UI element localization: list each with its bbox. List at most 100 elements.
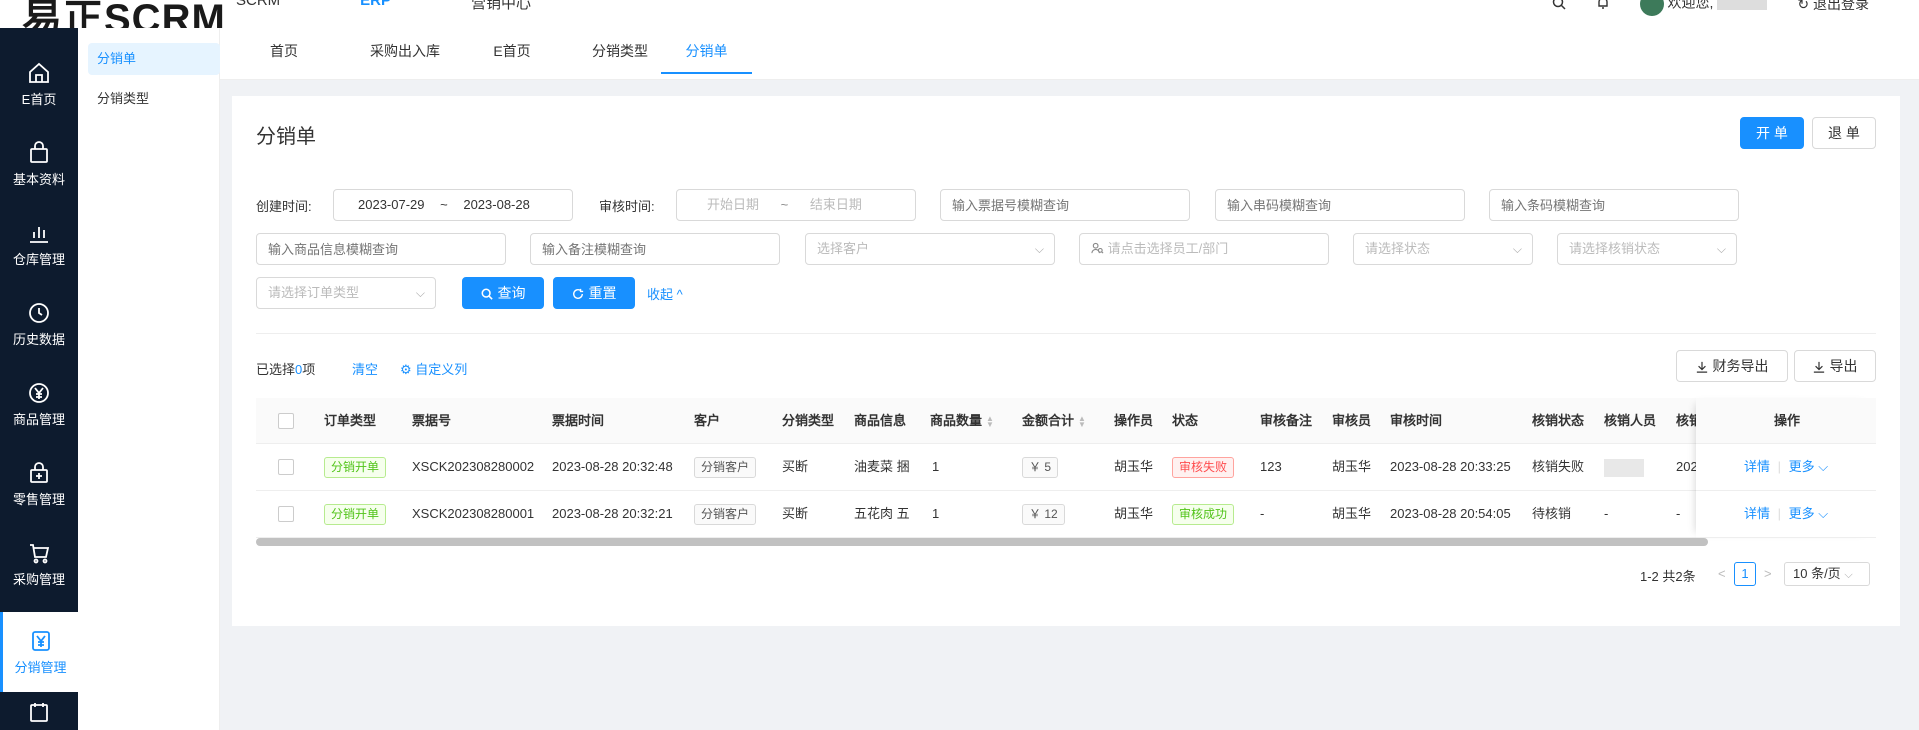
order-type-select[interactable]: 请选择订单类型 ⌵ xyxy=(256,277,436,309)
col-amount[interactable]: 金额合计 ▲ ▼ xyxy=(1022,398,1086,444)
select-all-checkbox[interactable] xyxy=(278,413,294,429)
top-nav-marketing[interactable]: 营销中心 xyxy=(471,0,531,13)
cell-ticket: XSCK202308280001 xyxy=(412,506,535,521)
tab-home[interactable]: 首页 xyxy=(264,28,304,74)
audit-time-label: 审核时间: xyxy=(599,199,655,214)
reset-button[interactable]: 重置 xyxy=(553,277,635,309)
audit-end-placeholder: 结束日期 xyxy=(809,197,862,212)
sidebar-item-distribution[interactable]: 分销管理 xyxy=(0,612,78,692)
tab-e-home[interactable]: E首页 xyxy=(472,28,552,74)
create-start-date: 2023-07-29 xyxy=(358,197,425,212)
amount-tag: ￥ 5 xyxy=(1022,457,1059,479)
status-select[interactable]: 请选择状态 ⌵ xyxy=(1353,233,1533,265)
col-ticket: 票据号 xyxy=(412,413,452,428)
sidebar-item-basic[interactable]: 基本资料 xyxy=(0,124,78,204)
verify-status-placeholder: 请选择核销状态 xyxy=(1569,241,1661,256)
top-header: 易正SCRM SCRM ERP 营销中心 欢迎您, ↻ 退出登录 xyxy=(0,0,1919,41)
status-placeholder: 请选择状态 xyxy=(1365,241,1431,256)
refresh-icon xyxy=(572,288,583,299)
sidebar-item-home[interactable]: E首页 xyxy=(0,44,78,124)
create-end-date: 2023-08-28 xyxy=(463,197,530,212)
bell-icon[interactable] xyxy=(1596,0,1610,13)
calendar-user-icon xyxy=(30,703,48,722)
verify-status-select[interactable]: 请选择核销状态 ⌵ xyxy=(1557,233,1737,265)
serial-search-input[interactable] xyxy=(1215,189,1465,221)
cell-ticket-time: 2023-08-28 20:32:21 xyxy=(552,506,673,521)
create-time-range[interactable]: 2023-07-29 ~ 2023-08-28 xyxy=(333,189,573,221)
top-nav-scrm[interactable]: SCRM xyxy=(236,0,280,13)
col-customer: 客户 xyxy=(694,413,721,428)
col-qty-label: 商品数量 xyxy=(930,413,983,428)
customer-select[interactable]: 选择客户 ⌵ xyxy=(805,233,1055,265)
submenu-item-distribution-order[interactable]: 分销单 xyxy=(88,43,220,75)
username-blurred xyxy=(1717,0,1768,10)
chart-icon xyxy=(30,226,48,243)
collapse-link[interactable]: 收起 ^ xyxy=(647,284,683,303)
remark-search-input[interactable] xyxy=(530,233,780,265)
sidebar-item-goods[interactable]: 商品管理 xyxy=(0,364,78,444)
col-status: 状态 xyxy=(1172,413,1199,428)
finance-export-button[interactable]: 财务导出 xyxy=(1676,350,1788,382)
download-icon xyxy=(1696,361,1707,373)
table-horizontal-scrollbar[interactable] xyxy=(256,538,1708,546)
sidebar-item-retail[interactable]: 零售管理 xyxy=(0,444,78,524)
prev-page-icon[interactable]: < xyxy=(1718,566,1726,581)
audit-time-range[interactable]: 开始日期 ~ 结束日期 xyxy=(676,189,916,221)
user-menu[interactable]: 欢迎您, xyxy=(1639,0,1768,16)
search-button[interactable]: 查询 xyxy=(462,277,544,309)
app-root: 易正SCRM SCRM ERP 营销中心 欢迎您, ↻ 退出登录 E首页 基本资… xyxy=(0,0,1919,730)
selected-suffix: 项 xyxy=(302,362,316,377)
page-scrollbar-track[interactable] xyxy=(1900,80,1919,730)
pagination-summary: 1-2 共2条 xyxy=(1640,569,1696,584)
submenu-item-distribution-type[interactable]: 分销类型 xyxy=(88,83,220,115)
top-nav-erp[interactable]: ERP xyxy=(360,0,391,13)
staff-placeholder: 请点击选择员工/部门 xyxy=(1107,241,1229,256)
status-badge: 审核成功 xyxy=(1172,504,1235,526)
search-icon[interactable] xyxy=(1552,0,1566,13)
cell-audit-remark: - xyxy=(1260,506,1265,521)
clock-icon xyxy=(29,302,49,323)
content-card xyxy=(232,96,1900,626)
page-size-select[interactable]: 10 条/页 ⌵ xyxy=(1784,562,1870,586)
status-badge: 审核失败 xyxy=(1172,457,1235,479)
cell-customer: 分销客户 xyxy=(694,444,757,490)
custom-columns-link[interactable]: ⚙ 自定义列 xyxy=(400,359,467,378)
cell-amount: ￥ 12 xyxy=(1022,491,1065,537)
gear-icon: ⚙ xyxy=(400,362,416,377)
cell-status: 审核成功 xyxy=(1172,491,1235,537)
logout-button[interactable]: ↻ 退出登录 xyxy=(1797,0,1869,14)
goods-search-input[interactable] xyxy=(256,233,506,265)
ticket-search-input[interactable] xyxy=(940,189,1190,221)
page-number-current[interactable]: 1 xyxy=(1734,562,1756,586)
sidebar-item-history[interactable]: 历史数据 xyxy=(0,284,78,364)
amount-tag: ￥ 12 xyxy=(1022,504,1065,526)
tab-distribution-order[interactable]: 分销单 xyxy=(661,28,752,74)
sidebar-item-more[interactable] xyxy=(0,700,78,730)
sidebar-item-warehouse[interactable]: 仓库管理 xyxy=(0,204,78,284)
custom-columns-label: 自定义列 xyxy=(415,362,468,377)
cell-verify-extra: 202 xyxy=(1676,459,1696,474)
export-button[interactable]: 导出 xyxy=(1794,350,1876,382)
barcode-search-input[interactable] xyxy=(1489,189,1739,221)
row-checkbox[interactable] xyxy=(278,459,294,475)
next-page-icon[interactable]: > xyxy=(1764,566,1772,581)
staff-select[interactable]: 请点击选择员工/部门 xyxy=(1079,233,1329,265)
row-checkbox[interactable] xyxy=(278,506,294,522)
clear-selection-link[interactable]: 清空 xyxy=(352,359,378,378)
tab-purchase-io[interactable]: 采购出入库 xyxy=(350,28,460,74)
sidebar-item-purchase[interactable]: 采购管理 xyxy=(0,524,78,604)
header-right: 欢迎您, ↻ 退出登录 xyxy=(1552,0,1869,16)
cell-audit-time: 2023-08-28 20:54:05 xyxy=(1390,506,1511,521)
cell-verifier xyxy=(1604,444,1644,490)
sidebar-item-label: 商品管理 xyxy=(12,411,65,427)
greeting-text: 欢迎您, xyxy=(1667,0,1714,11)
return-order-button[interactable]: 退 单 xyxy=(1812,117,1876,149)
open-order-button[interactable]: 开 单 xyxy=(1740,117,1804,149)
customer-placeholder: 选择客户 xyxy=(817,241,870,256)
collapse-label: 收起 xyxy=(647,287,674,302)
verifier-blurred xyxy=(1604,458,1644,477)
cell-goods: 油麦菜 捆 xyxy=(854,459,910,474)
col-qty[interactable]: 商品数量 ▲ ▼ xyxy=(930,398,994,444)
fixed-actions-column-shadow xyxy=(1696,398,1876,538)
customer-tag: 分销客户 xyxy=(694,457,757,479)
